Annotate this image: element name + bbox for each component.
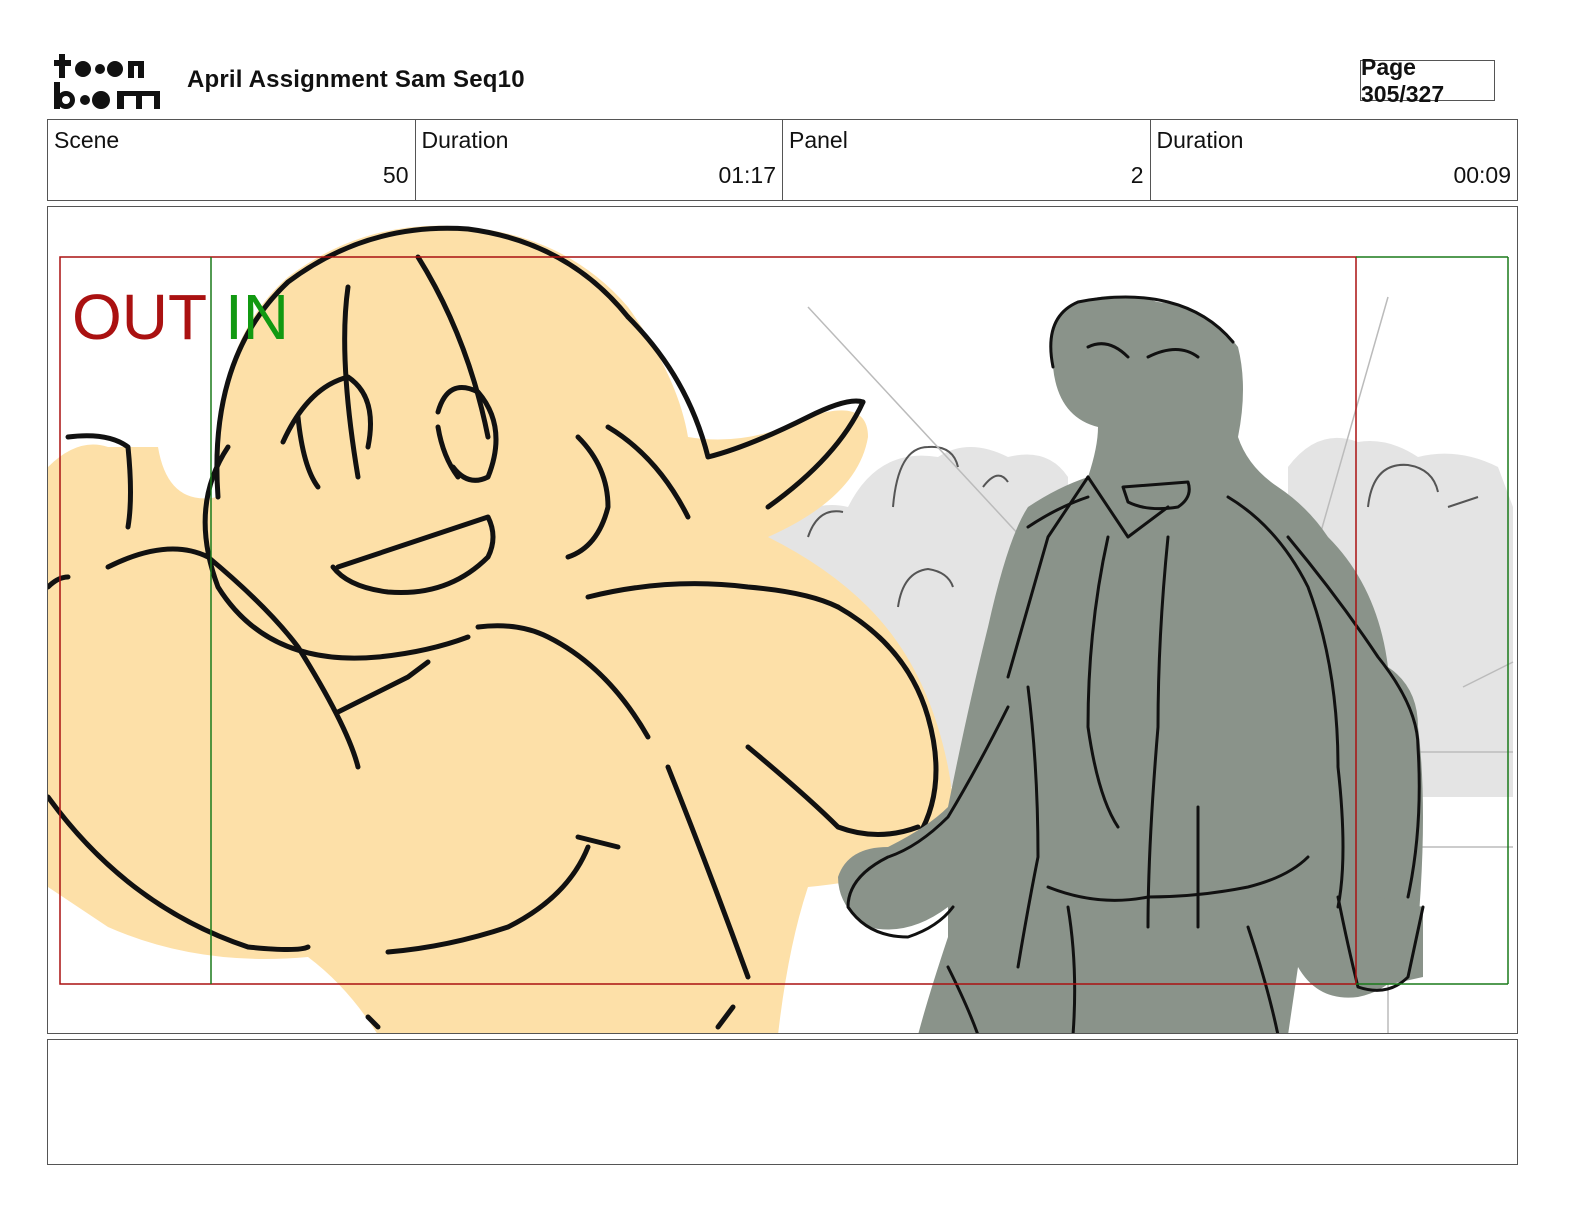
document-title: April Assignment Sam Seq10 [187,66,525,93]
scene-label: Scene [54,127,120,153]
field-out-label: OUT [72,281,207,353]
panel-notes-box[interactable] [47,1039,1518,1165]
panel-info-table: Scene 50 Duration 01:17 Panel 2 Duration… [47,119,1518,201]
panel-label: Panel [789,127,848,153]
page-counter: Page 305/327 [1360,54,1495,107]
panel-cell: Panel 2 [783,120,1151,200]
scene-cell: Scene 50 [48,120,416,200]
panel-duration-value: 00:09 [1453,162,1511,188]
panel-duration-cell: Duration 00:09 [1151,120,1518,200]
scene-duration-cell: Duration 01:17 [416,120,783,200]
panel-value: 2 [1130,162,1144,188]
toonboom-logo [54,54,160,109]
storyboard-panel[interactable]: OUT IN [47,206,1518,1034]
scene-duration-label: Duration [421,127,509,153]
field-in-label: IN [225,281,289,353]
panel-drawing: OUT IN [48,225,1514,1033]
scene-duration-value: 01:17 [718,162,776,188]
panel-duration-label: Duration [1156,127,1244,153]
scene-value: 50 [382,162,409,188]
